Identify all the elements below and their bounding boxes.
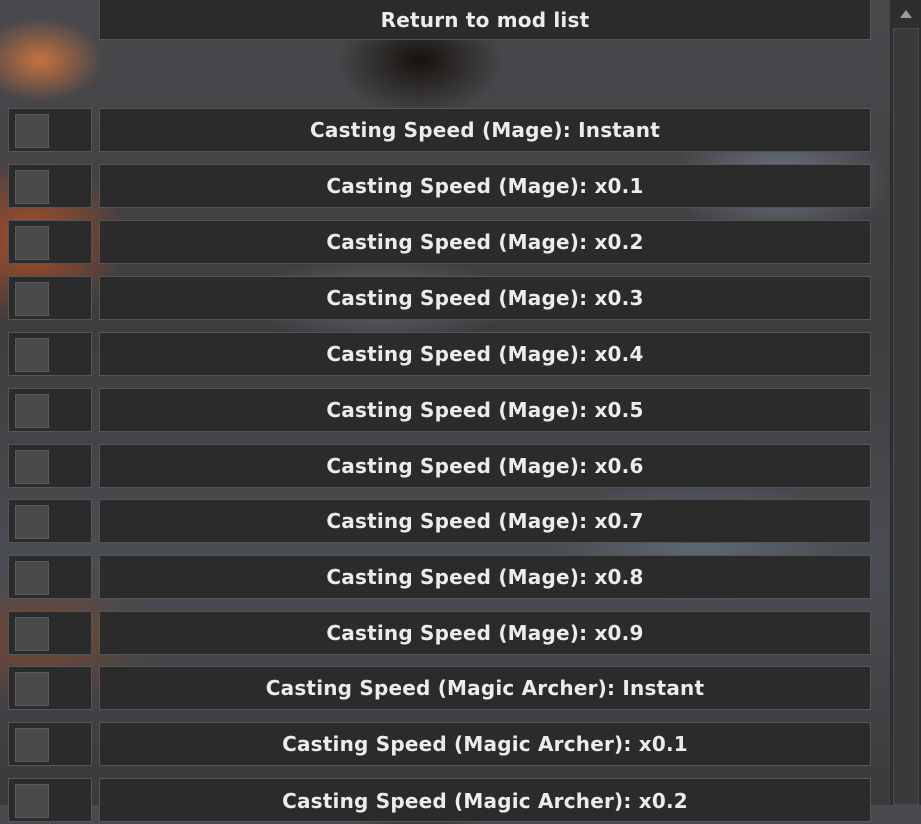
option-toggle[interactable] xyxy=(8,611,92,655)
toggle-knob xyxy=(15,561,49,595)
option-button[interactable]: Casting Speed (Mage): x0.1 xyxy=(99,164,871,208)
option-button[interactable]: Casting Speed (Mage): Instant xyxy=(99,108,871,152)
option-toggle[interactable] xyxy=(8,388,92,432)
scroll-up-icon[interactable] xyxy=(894,4,918,24)
scrollbar-thumb[interactable] xyxy=(893,28,919,805)
option-row: Casting Speed (Mage): x0.9 xyxy=(0,611,889,657)
option-row: Casting Speed (Mage): x0.2 xyxy=(0,220,889,266)
toggle-knob xyxy=(15,728,49,762)
option-button[interactable]: Casting Speed (Mage): x0.7 xyxy=(99,499,871,543)
option-toggle[interactable] xyxy=(8,499,92,543)
toggle-knob xyxy=(15,784,49,818)
toggle-knob xyxy=(15,450,49,484)
option-toggle[interactable] xyxy=(8,164,92,208)
option-button[interactable]: Casting Speed (Magic Archer): x0.2 xyxy=(99,778,871,822)
option-toggle[interactable] xyxy=(8,220,92,264)
option-row: Casting Speed (Mage): x0.7 xyxy=(0,499,889,545)
option-row: Casting Speed (Magic Archer): x0.1 xyxy=(0,722,889,768)
option-row: Casting Speed (Magic Archer): Instant xyxy=(0,666,889,712)
toggle-knob xyxy=(15,170,49,204)
option-button[interactable]: Casting Speed (Mage): x0.9 xyxy=(99,611,871,655)
option-toggle[interactable] xyxy=(8,276,92,320)
option-toggle[interactable] xyxy=(8,332,92,376)
toggle-knob xyxy=(15,617,49,651)
option-toggle[interactable] xyxy=(8,444,92,488)
option-row: Casting Speed (Mage): x0.6 xyxy=(0,444,889,490)
option-button[interactable]: Casting Speed (Mage): x0.4 xyxy=(99,332,871,376)
toggle-knob xyxy=(15,114,49,148)
option-toggle[interactable] xyxy=(8,722,92,766)
option-button[interactable]: Casting Speed (Mage): x0.6 xyxy=(99,444,871,488)
option-row: Casting Speed (Magic Archer): x0.2 xyxy=(0,778,889,824)
toggle-knob xyxy=(15,226,49,260)
toggle-knob xyxy=(15,338,49,372)
option-toggle[interactable] xyxy=(8,108,92,152)
toggle-knob xyxy=(15,505,49,539)
option-row: Casting Speed (Mage): Instant xyxy=(0,108,889,154)
option-button[interactable]: Casting Speed (Mage): x0.2 xyxy=(99,220,871,264)
option-row: Casting Speed (Mage): x0.8 xyxy=(0,555,889,601)
mod-options-list: Return to mod list Casting Speed (Mage):… xyxy=(0,0,889,822)
option-button[interactable]: Casting Speed (Magic Archer): x0.1 xyxy=(99,722,871,766)
return-to-mod-list-button[interactable]: Return to mod list xyxy=(99,0,871,40)
option-button[interactable]: Casting Speed (Mage): x0.5 xyxy=(99,388,871,432)
option-toggle[interactable] xyxy=(8,778,92,822)
option-button[interactable]: Casting Speed (Magic Archer): Instant xyxy=(99,666,871,710)
option-toggle[interactable] xyxy=(8,666,92,710)
option-row: Casting Speed (Mage): x0.3 xyxy=(0,276,889,322)
option-toggle[interactable] xyxy=(8,555,92,599)
option-row: Casting Speed (Mage): x0.1 xyxy=(0,164,889,210)
option-button[interactable]: Casting Speed (Mage): x0.8 xyxy=(99,555,871,599)
option-row: Casting Speed (Mage): x0.5 xyxy=(0,388,889,434)
option-row: Casting Speed (Mage): x0.4 xyxy=(0,332,889,378)
toggle-knob xyxy=(15,672,49,706)
toggle-knob xyxy=(15,394,49,428)
toggle-knob xyxy=(15,282,49,316)
vertical-scrollbar[interactable] xyxy=(889,0,921,805)
option-button[interactable]: Casting Speed (Mage): x0.3 xyxy=(99,276,871,320)
